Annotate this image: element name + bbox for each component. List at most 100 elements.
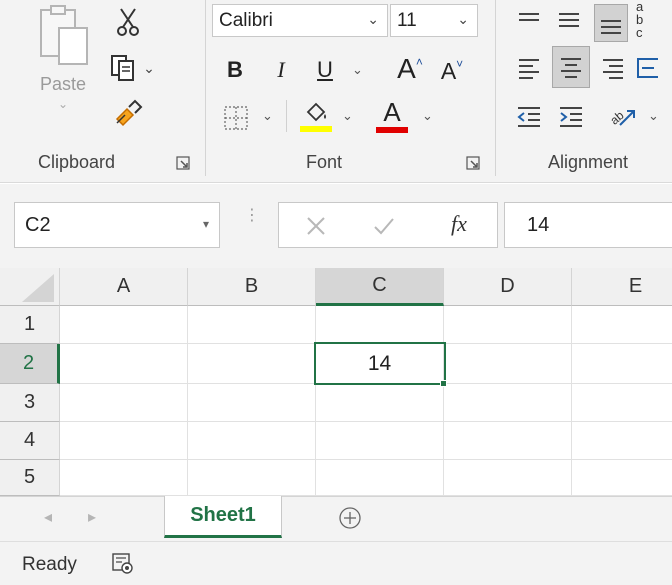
cancel-entry-icon[interactable] xyxy=(305,215,327,237)
cell-b1[interactable] xyxy=(188,306,316,344)
cell-a4[interactable] xyxy=(60,422,188,460)
sheet-tab-sheet1[interactable]: Sheet1 xyxy=(164,496,282,538)
grow-font-arrow-icon: ˄ xyxy=(415,55,423,69)
cell-d2[interactable] xyxy=(444,344,572,384)
bottom-align-icon xyxy=(601,20,621,34)
column-header-e-label: E xyxy=(628,275,643,297)
wrap-text-button[interactable]: ab c xyxy=(636,0,672,39)
macro-record-icon[interactable] xyxy=(112,553,134,575)
underline-label: U xyxy=(317,57,333,82)
column-header-b-label: B xyxy=(244,275,259,297)
underline-chevron-icon[interactable]: ⌄ xyxy=(352,62,363,78)
middle-align-button[interactable] xyxy=(552,4,586,38)
row-header-3[interactable]: 3 xyxy=(0,384,60,422)
cell-e4[interactable] xyxy=(572,422,672,460)
align-center-button[interactable] xyxy=(552,46,590,88)
cell-a5[interactable] xyxy=(60,460,188,496)
cell-b4[interactable] xyxy=(188,422,316,460)
new-sheet-icon[interactable] xyxy=(338,506,362,530)
font-name-combo[interactable]: Calibri ⌄ xyxy=(212,4,388,37)
fill-color-chevron-icon[interactable]: ⌄ xyxy=(342,108,353,124)
column-header-c[interactable]: C xyxy=(316,268,444,306)
bottom-align-button[interactable] xyxy=(594,4,628,42)
fill-color-button[interactable] xyxy=(298,98,334,136)
cell-e3[interactable] xyxy=(572,384,672,422)
column-header-d-label: D xyxy=(500,275,515,297)
cell-d1[interactable] xyxy=(444,306,572,344)
align-right-icon xyxy=(603,59,623,79)
row-header-2[interactable]: 2 xyxy=(0,344,60,384)
name-box-dropdown-icon[interactable]: ▾ xyxy=(203,217,209,231)
cell-d5[interactable] xyxy=(444,460,572,496)
format-painter-button[interactable] xyxy=(108,96,148,132)
sheet-tab-bar: ◂ ▸ Sheet1 xyxy=(0,496,672,541)
row-header-2-label: 2 xyxy=(22,352,35,374)
clipboard-dialog-launcher-icon[interactable] xyxy=(176,156,190,170)
font-name-chevron-icon[interactable]: ⌄ xyxy=(367,11,379,28)
italic-button[interactable]: I xyxy=(266,52,296,88)
font-color-chevron-icon[interactable]: ⌄ xyxy=(422,108,433,124)
cell-e2[interactable] xyxy=(572,344,672,384)
cell-c4[interactable] xyxy=(316,422,444,460)
column-header-b[interactable]: B xyxy=(188,268,316,306)
cell-c5[interactable] xyxy=(316,460,444,496)
underline-button[interactable]: U xyxy=(310,52,340,88)
select-all-button[interactable] xyxy=(0,268,60,306)
cut-button[interactable] xyxy=(108,4,148,40)
font-size-chevron-icon[interactable]: ⌄ xyxy=(457,11,469,28)
shrink-font-button[interactable]: A ˅ xyxy=(434,54,470,88)
column-header-e[interactable]: E xyxy=(572,268,672,306)
paste-dropdown-chevron-icon: ⌄ xyxy=(57,97,69,111)
confirm-entry-icon[interactable] xyxy=(373,215,395,237)
column-header-d[interactable]: D xyxy=(444,268,572,306)
fill-handle[interactable] xyxy=(440,380,447,387)
cell-c1[interactable] xyxy=(316,306,444,344)
formula-input[interactable]: 14 xyxy=(504,202,672,248)
row-header-5[interactable]: 5 xyxy=(0,460,60,496)
cell-d4[interactable] xyxy=(444,422,572,460)
scroll-tabs-left-icon[interactable]: ◂ xyxy=(44,507,52,527)
align-right-button[interactable] xyxy=(596,50,630,86)
cell-e1[interactable] xyxy=(572,306,672,344)
decrease-indent-button[interactable] xyxy=(512,98,546,134)
cell-a2[interactable] xyxy=(60,344,188,384)
insert-function-icon[interactable]: fx xyxy=(451,211,467,237)
cell-c2[interactable]: 14 xyxy=(316,344,444,384)
cell-b3[interactable] xyxy=(188,384,316,422)
name-box[interactable]: C2 ▾ xyxy=(14,202,220,248)
grow-font-button[interactable]: A ˄ xyxy=(392,50,428,88)
status-text: Ready xyxy=(22,554,77,575)
borders-chevron-icon[interactable]: ⌄ xyxy=(262,108,273,124)
cell-d3[interactable] xyxy=(444,384,572,422)
row-header-4[interactable]: 4 xyxy=(0,422,60,460)
row-header-3-label: 3 xyxy=(23,391,36,413)
paste-button[interactable]: Paste ⌄ xyxy=(30,4,96,134)
font-dialog-launcher-icon[interactable] xyxy=(466,156,480,170)
orientation-button[interactable]: ab xyxy=(604,98,640,134)
row-header-5-label: 5 xyxy=(23,466,36,488)
cell-a1[interactable] xyxy=(60,306,188,344)
borders-button[interactable] xyxy=(218,100,254,136)
copy-button[interactable]: ⌄ xyxy=(106,50,158,86)
top-align-button[interactable] xyxy=(512,4,546,38)
cell-e5[interactable] xyxy=(572,460,672,496)
align-left-button[interactable] xyxy=(512,50,546,86)
scroll-tabs-right-icon[interactable]: ▸ xyxy=(88,507,96,527)
cell-a3[interactable] xyxy=(60,384,188,422)
formula-bar-grip-icon[interactable]: ⋮ xyxy=(244,208,260,238)
row-header-1[interactable]: 1 xyxy=(0,306,60,344)
font-color-button[interactable]: A xyxy=(374,96,410,136)
cell-b2[interactable] xyxy=(188,344,316,384)
orientation-chevron-icon[interactable]: ⌄ xyxy=(648,108,659,124)
copy-dropdown-chevron-icon[interactable]: ⌄ xyxy=(143,60,155,77)
bold-button[interactable]: B xyxy=(220,52,250,88)
merge-center-button[interactable] xyxy=(636,50,672,86)
name-box-value: C2 xyxy=(25,214,51,236)
borders-icon xyxy=(224,106,248,130)
font-size-combo[interactable]: 11 ⌄ xyxy=(390,4,478,37)
cell-b5[interactable] xyxy=(188,460,316,496)
column-header-a[interactable]: A xyxy=(60,268,188,306)
increase-indent-button[interactable] xyxy=(554,98,588,134)
align-center-icon xyxy=(561,58,581,78)
cell-c3[interactable] xyxy=(316,384,444,422)
